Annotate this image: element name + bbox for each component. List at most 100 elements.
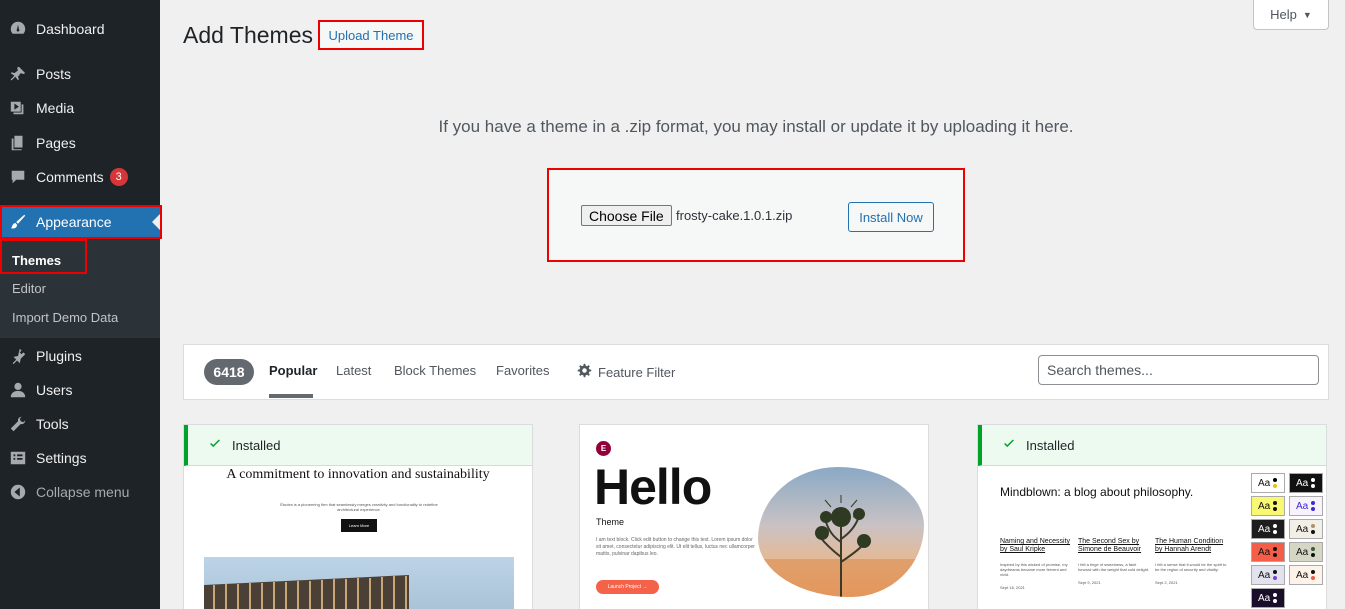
swatch-label: Aa — [1258, 523, 1271, 535]
swatch-dots — [1273, 524, 1278, 534]
caret-down-icon: ▼ — [1302, 9, 1312, 20]
swatch-label: Aa — [1258, 477, 1271, 489]
style-swatch[interactable]: Aa — [1251, 473, 1285, 493]
style-swatch[interactable]: Aa — [1289, 519, 1323, 539]
architecture-image — [204, 557, 514, 609]
blog-post-preview: The Human Condition by Hannah Arendt I f… — [1155, 538, 1227, 585]
blog-post-preview: Naming and Necessity by Saul Kripke Insp… — [1000, 538, 1072, 590]
installed-label: Installed — [232, 437, 281, 453]
theme-preview-subtitle: Theme — [596, 517, 625, 527]
theme-preview-cta: Launch Project → — [596, 580, 659, 594]
sidebar-item-plugins[interactable]: Plugins — [0, 339, 160, 373]
theme-preview-tagline: Études is a pioneering firm that seamles… — [280, 502, 438, 512]
sidebar-item-label: Comments — [36, 169, 104, 185]
tab-favorites[interactable]: Favorites — [496, 363, 549, 378]
sidebar-item-posts[interactable]: Posts — [0, 57, 160, 91]
swatch-label: Aa — [1258, 546, 1271, 558]
post-date: Sept 9, 2021 — [1078, 580, 1101, 585]
swatch-dots — [1273, 570, 1278, 580]
sidebar-item-pages[interactable]: Pages — [0, 126, 160, 160]
post-date: Sept 2, 2021 — [1155, 580, 1178, 585]
style-swatch[interactable]: Aa — [1251, 565, 1285, 585]
admin-sidebar: Dashboard Posts Media Pages Comments 3 A… — [0, 0, 162, 609]
tab-latest[interactable]: Latest — [336, 363, 371, 378]
tab-popular[interactable]: Popular — [269, 363, 317, 378]
sidebar-item-label: Dashboard — [36, 21, 105, 37]
search-themes-input[interactable] — [1038, 355, 1319, 385]
swatch-label: Aa — [1258, 569, 1271, 581]
post-date: Sept 16, 2021 — [1000, 585, 1025, 590]
style-swatch[interactable]: Aa — [1289, 542, 1323, 562]
sidebar-item-comments[interactable]: Comments 3 — [0, 160, 160, 194]
style-swatch[interactable]: Aa — [1289, 565, 1323, 585]
sidebar-item-users[interactable]: Users — [0, 373, 160, 407]
swatch-dots — [1311, 524, 1316, 534]
gear-icon — [577, 363, 592, 381]
swatch-dots — [1311, 547, 1316, 557]
collapse-menu-button[interactable]: Collapse menu — [0, 475, 160, 509]
pin-icon — [0, 65, 36, 83]
sidebar-item-settings[interactable]: Settings — [0, 441, 160, 475]
swatch-label: Aa — [1296, 569, 1309, 581]
theme-filter-bar: 6418 Popular Latest Block Themes Favorit… — [183, 344, 1329, 400]
sidebar-item-label: Collapse menu — [36, 484, 130, 500]
highlight-themes — [0, 239, 87, 274]
sidebar-item-label: Settings — [36, 450, 87, 466]
sidebar-item-label: Posts — [36, 66, 72, 82]
swatch-label: Aa — [1296, 523, 1309, 535]
style-swatch[interactable]: Aa — [1251, 542, 1285, 562]
post-excerpt: I felt a tinge of sweetness, a faint for… — [1078, 562, 1150, 572]
swatch-dots — [1273, 547, 1278, 557]
swatch-label: Aa — [1296, 546, 1309, 558]
style-swatch[interactable]: Aa — [1289, 496, 1323, 516]
upload-theme-button[interactable]: Upload Theme — [318, 20, 424, 50]
style-swatch[interactable]: Aa — [1251, 519, 1285, 539]
theme-count-badge: 6418 — [204, 359, 254, 385]
tab-block-themes[interactable]: Block Themes — [394, 363, 476, 378]
style-swatch[interactable]: Aa — [1289, 473, 1323, 493]
theme-preview-headline: Mindblown: a blog about philosophy. — [1000, 485, 1194, 499]
sidebar-item-media[interactable]: Media — [0, 91, 160, 125]
checkmark-icon — [1002, 437, 1016, 454]
theme-preview-button: Learn More — [341, 519, 377, 532]
swatch-label: Aa — [1258, 500, 1271, 512]
theme-card-2[interactable]: E Hello Theme I am text block. Click edi… — [579, 424, 929, 609]
installed-notice: Installed — [184, 425, 532, 466]
highlight-appearance — [0, 205, 162, 239]
feature-filter-button[interactable]: Feature Filter — [577, 363, 675, 381]
swatch-dots — [1311, 501, 1316, 511]
sidebar-item-label: Media — [36, 100, 75, 116]
help-button[interactable]: Help ▼ — [1253, 0, 1329, 30]
sidebar-item-tools[interactable]: Tools — [0, 407, 160, 441]
swatch-dots — [1311, 570, 1316, 580]
theme-card-1[interactable]: Installed A commitment to innovation and… — [183, 424, 533, 609]
feature-filter-label: Feature Filter — [598, 364, 676, 380]
install-now-button[interactable]: Install Now — [848, 202, 934, 232]
theme-preview-body: I am text block. Click edit button to ch… — [596, 537, 755, 557]
post-excerpt: Inspired by this wicked of promise, my d… — [1000, 562, 1068, 577]
swatch-label: Aa — [1296, 477, 1309, 489]
installed-label: Installed — [1026, 437, 1075, 453]
theme-preview-title: Hello — [594, 459, 712, 515]
swatch-dots — [1311, 478, 1316, 488]
comment-count-badge: 3 — [109, 168, 128, 186]
style-swatch[interactable]: Aa — [1251, 588, 1285, 608]
post-title: The Human Condition by Hannah Arendt — [1155, 538, 1224, 553]
swatch-dots — [1273, 593, 1278, 603]
choose-file-button[interactable]: Choose File — [581, 205, 672, 226]
submenu-item-import-demo-data[interactable]: Import Demo Data — [12, 310, 118, 325]
checkmark-icon — [208, 437, 222, 454]
upload-form: Choose File frosty-cake.1.0.1.zip Instal… — [547, 168, 965, 262]
sidebar-item-dashboard[interactable]: Dashboard — [0, 12, 160, 46]
swatch-label: Aa — [1258, 592, 1271, 604]
theme-card-3[interactable]: Installed Mindblown: a blog about philos… — [977, 424, 1327, 609]
current-tab-indicator — [269, 394, 313, 398]
submenu-item-editor[interactable]: Editor — [12, 281, 46, 296]
post-title: The Second Sex by Simone de Beauvoir — [1078, 538, 1142, 553]
theme-preview-headline: A commitment to innovation and sustainab… — [226, 467, 490, 482]
sidebar-item-label: Users — [36, 382, 73, 398]
swatch-label: Aa — [1296, 500, 1309, 512]
blog-post-preview: The Second Sex by Simone de Beauvoir I f… — [1078, 538, 1150, 585]
style-swatch[interactable]: Aa — [1251, 496, 1285, 516]
comment-icon — [0, 168, 36, 186]
